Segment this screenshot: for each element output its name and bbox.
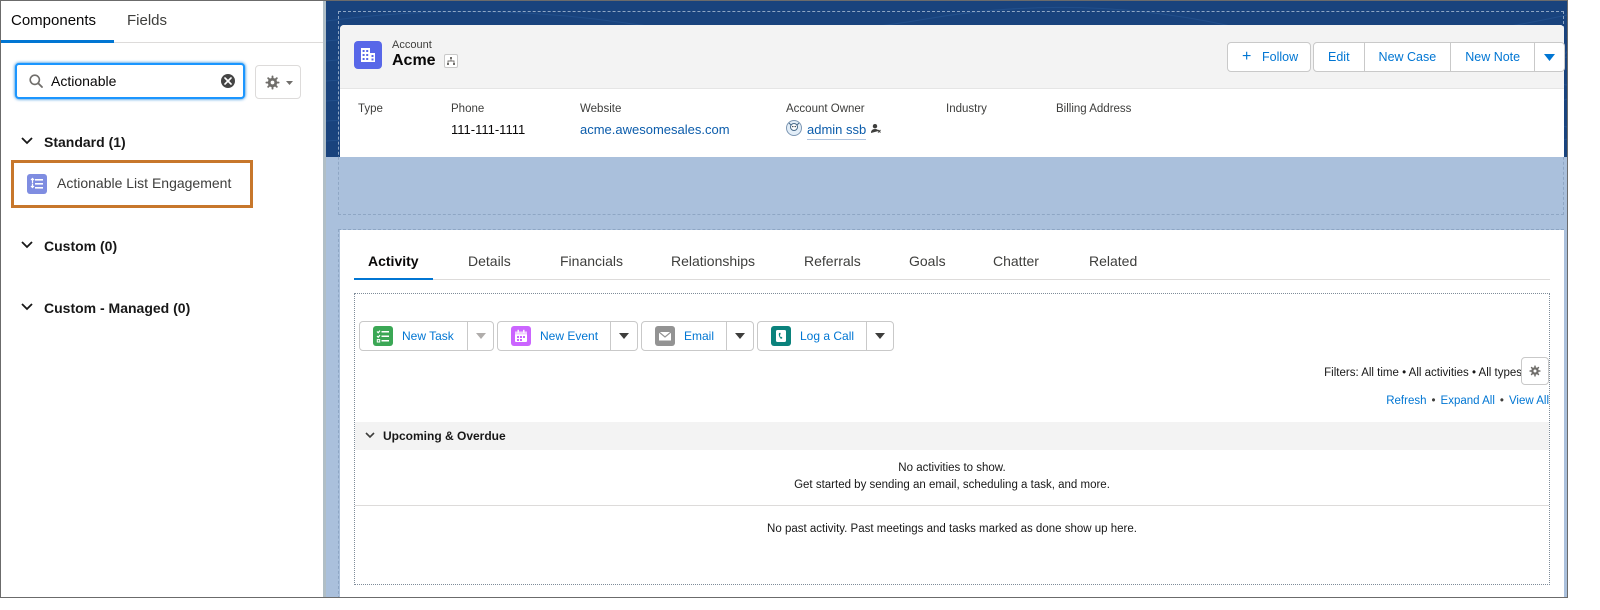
section-label: Custom (0)	[44, 238, 118, 254]
upcoming-overdue-header[interactable]: Upcoming & Overdue	[355, 422, 1549, 450]
email-icon	[655, 326, 675, 346]
section-label: Upcoming & Overdue	[383, 429, 506, 443]
chevron-down-icon[interactable]	[875, 333, 885, 339]
field-billing-address: Billing Address	[1056, 103, 1131, 122]
chevron-down-icon	[1544, 54, 1556, 61]
field-phone: Phone 111-111-1111	[451, 103, 525, 137]
tab-activity[interactable]: Activity	[354, 248, 433, 280]
chevron-down-icon	[21, 137, 33, 145]
plus-icon: +	[1242, 48, 1252, 65]
publisher-label: New Task	[402, 329, 454, 343]
change-owner-icon[interactable]	[870, 123, 881, 134]
tab-relationships[interactable]: Relationships	[671, 248, 755, 280]
gear-icon	[1529, 365, 1541, 377]
chevron-down-icon	[21, 303, 33, 311]
field-website: Website acme.awesomesales.com	[580, 103, 730, 137]
refresh-link[interactable]: Refresh	[1386, 395, 1426, 407]
hierarchy-icon	[447, 57, 455, 65]
event-icon	[511, 326, 531, 346]
field-label: Website	[580, 103, 622, 115]
chevron-down-icon[interactable]	[476, 333, 486, 339]
chevron-down-icon	[365, 432, 375, 439]
tab-referrals[interactable]: Referrals	[804, 248, 861, 280]
tab-goals[interactable]: Goals	[909, 248, 946, 280]
record-tabs: Activity Details Financials Relationship…	[354, 248, 1550, 280]
user-avatar-icon	[786, 120, 802, 136]
activity-panel: New Task New Event Email Log a Call Filt…	[354, 293, 1550, 585]
upcoming-empty-state: No activities to show. Get started by se…	[355, 460, 1549, 494]
new-task-button[interactable]: New Task	[359, 321, 494, 351]
tab-fields[interactable]: Fields	[114, 1, 194, 43]
tab-related[interactable]: Related	[1089, 248, 1137, 280]
panel-tabs: Components Fields	[1, 1, 323, 43]
highlight-fields: Type Phone 111-111-1111 Website acme.awe…	[340, 89, 1564, 157]
component-search	[15, 63, 245, 99]
divider	[355, 505, 1549, 506]
account-icon	[354, 41, 382, 69]
field-account-owner: Account Owner admin ssb	[786, 103, 881, 140]
field-label: Account Owner	[786, 103, 865, 115]
new-note-button[interactable]: New Note	[1451, 42, 1536, 72]
component-item-actionable-list-engagement[interactable]: Actionable List Engagement	[11, 160, 253, 208]
search-icon	[29, 74, 43, 88]
timeline-actions: Refresh • Expand All • View All	[1386, 395, 1549, 407]
record-header: Account Acme + Follow Edit New Case New …	[340, 25, 1566, 157]
call-icon	[771, 326, 791, 346]
activity-card: Activity Details Financials Relationship…	[340, 230, 1564, 597]
view-hierarchy-button[interactable]	[444, 54, 458, 68]
chevron-down-icon[interactable]	[619, 333, 629, 339]
search-input[interactable]	[51, 71, 211, 91]
components-panel: Components Fields Actionable Standard (1…	[1, 1, 323, 597]
app-frame: Components Fields Actionable Standard (1…	[0, 0, 1568, 598]
field-type: Type	[358, 103, 383, 122]
empty-message: No activities to show.	[898, 462, 1006, 474]
component-label: Actionable List Engagement	[57, 175, 232, 191]
section-label: Standard (1)	[44, 134, 126, 150]
field-label: Industry	[946, 103, 987, 115]
new-event-button[interactable]: New Event	[497, 321, 638, 351]
filter-settings-button[interactable]	[1521, 357, 1549, 385]
publisher-label: Email	[684, 329, 715, 343]
empty-hint: Get started by sending an email, schedul…	[794, 479, 1110, 491]
record-actions: Edit New Case New Note	[1313, 42, 1566, 72]
tab-financials[interactable]: Financials	[560, 248, 623, 280]
phone-value[interactable]: 111-111-1111	[451, 122, 525, 137]
email-button[interactable]: Email	[641, 321, 754, 351]
field-label: Phone	[451, 103, 485, 115]
publisher-label: New Event	[540, 329, 599, 343]
expand-all-link[interactable]: Expand All	[1441, 395, 1495, 407]
chevron-down-icon	[21, 241, 33, 249]
gear-icon	[265, 75, 280, 90]
follow-button[interactable]: + Follow	[1227, 42, 1311, 72]
activity-filters-summary[interactable]: Filters: All time • All activities • All…	[1324, 367, 1522, 379]
field-label: Type	[358, 103, 383, 115]
chevron-down-icon	[286, 81, 293, 85]
more-actions-button[interactable]	[1535, 42, 1566, 72]
search-settings-button[interactable]	[255, 65, 301, 99]
tab-details[interactable]: Details	[468, 248, 511, 280]
clear-search-icon[interactable]	[221, 74, 235, 88]
object-label: Account	[392, 39, 432, 51]
chevron-down-icon[interactable]	[735, 333, 745, 339]
tab-chatter[interactable]: Chatter	[993, 248, 1039, 280]
log-a-call-button[interactable]: Log a Call	[757, 321, 894, 351]
follow-label: Follow	[1262, 50, 1299, 64]
field-industry: Industry	[946, 103, 987, 122]
section-label: Custom - Managed (0)	[44, 300, 191, 316]
edit-button[interactable]: Edit	[1313, 42, 1365, 72]
owner-link[interactable]: admin ssb	[807, 122, 867, 140]
list-engagement-icon	[27, 174, 47, 194]
new-case-button[interactable]: New Case	[1364, 42, 1452, 72]
owner-row: admin ssb	[786, 120, 881, 140]
tab-components[interactable]: Components	[1, 1, 114, 43]
field-label: Billing Address	[1056, 103, 1132, 115]
record-name: Acme	[392, 52, 436, 69]
page-canvas: Account Acme + Follow Edit New Case New …	[326, 1, 1567, 597]
view-all-link[interactable]: View All	[1509, 395, 1549, 407]
past-activity-empty-state: No past activity. Past meetings and task…	[767, 523, 1137, 535]
highlights-panel: Account Acme + Follow Edit New Case New …	[340, 25, 1566, 89]
publisher-label: Log a Call	[800, 329, 855, 343]
website-link[interactable]: acme.awesomesales.com	[580, 122, 730, 137]
task-icon	[373, 326, 393, 346]
